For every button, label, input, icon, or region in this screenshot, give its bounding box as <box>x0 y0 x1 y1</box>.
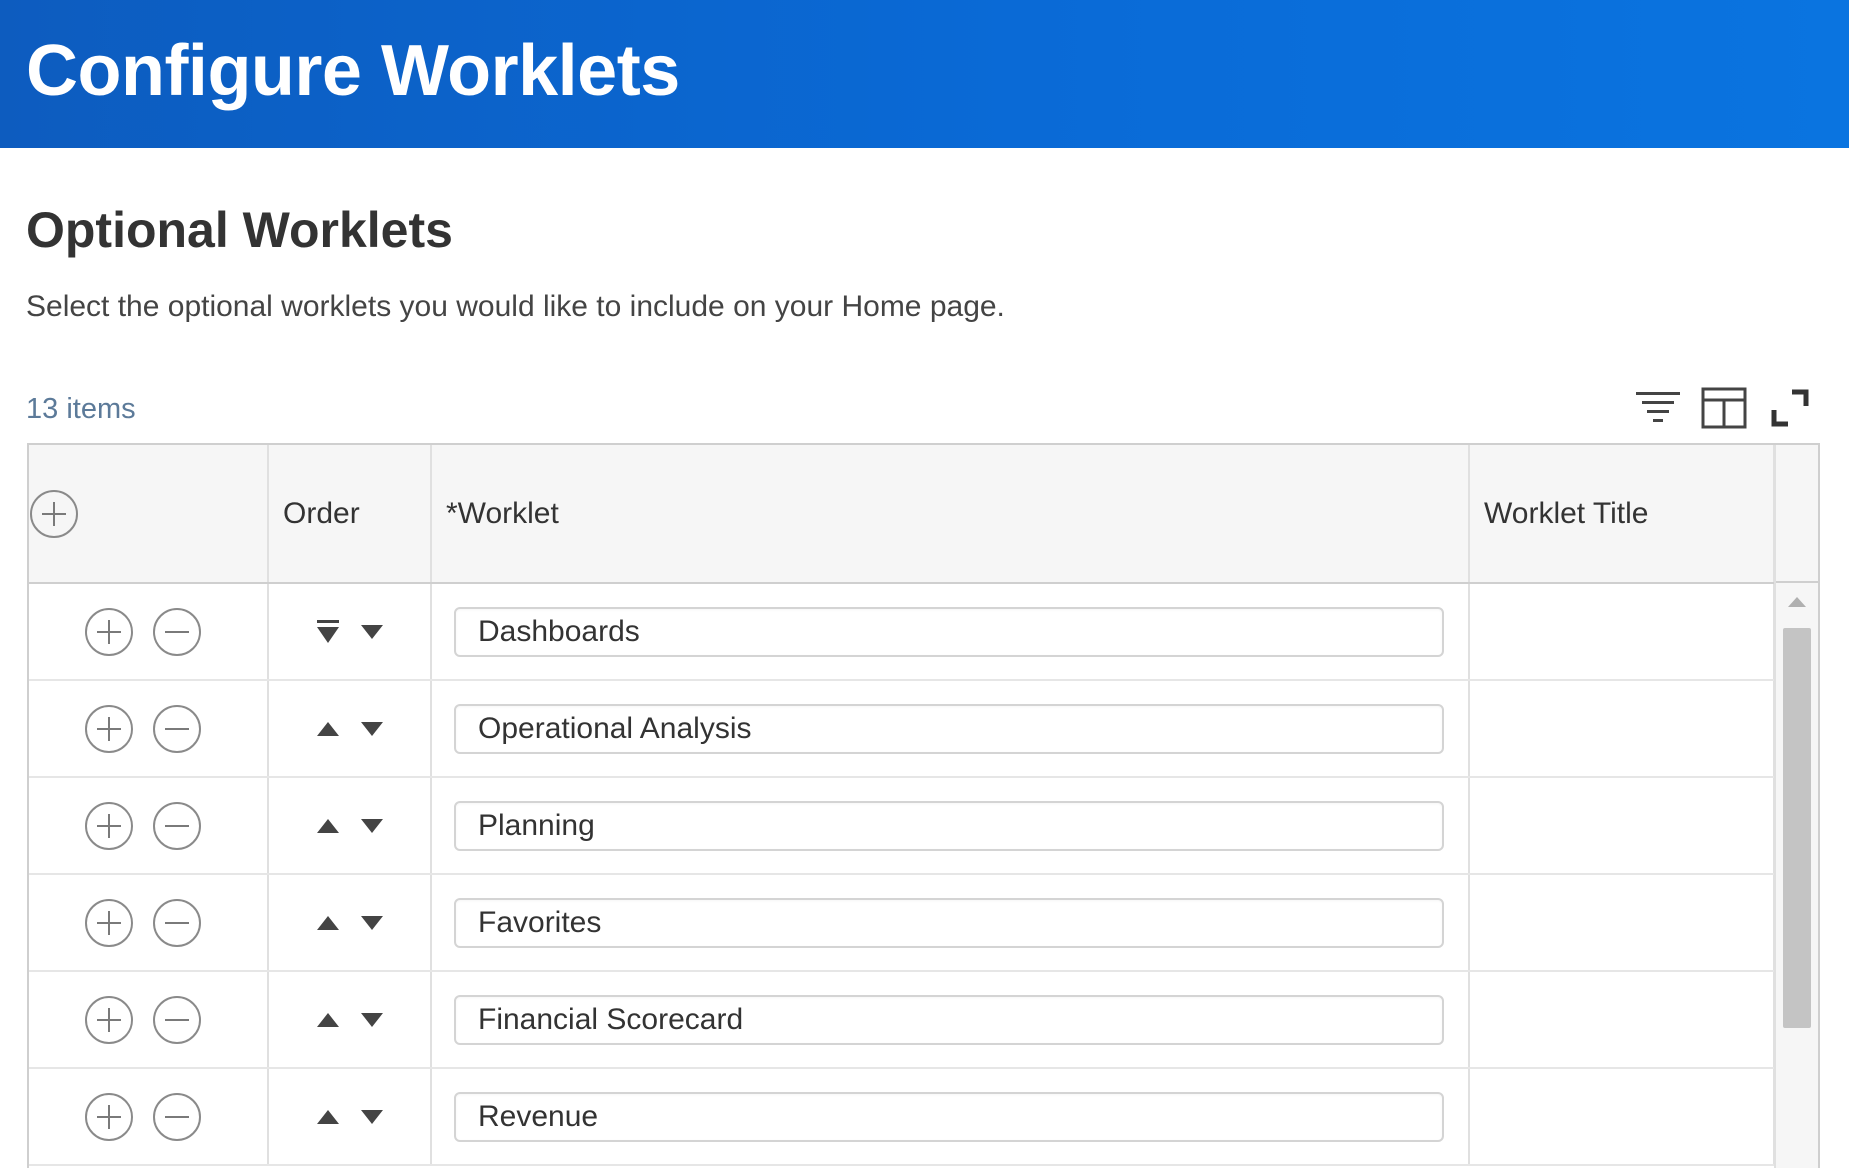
remove-row-button[interactable] <box>152 801 202 851</box>
row-worklet-cell: Planning <box>431 777 1470 875</box>
worklet-input[interactable]: Operational Analysis <box>454 703 1444 754</box>
move-up-icon[interactable] <box>313 714 343 744</box>
remove-row-button[interactable] <box>152 704 202 754</box>
row-worklet-cell: Favorites <box>431 874 1470 972</box>
table-header-row: Order *Worklet Worklet Title <box>29 445 1775 584</box>
add-row-button[interactable] <box>84 801 134 851</box>
section-title: Optional Worklets <box>26 202 453 258</box>
table-row: Financial Scorecard <box>29 971 1775 1069</box>
worklets-table: Order *Worklet Worklet Title Dashboards … <box>29 445 1775 1166</box>
row-worklet-cell: Dashboards <box>431 583 1470 681</box>
row-worklet-title-cell[interactable] <box>1469 583 1775 681</box>
table-body: Dashboards Operational Analysis Planning… <box>29 583 1775 1166</box>
add-row-button[interactable] <box>84 995 134 1045</box>
remove-row-button[interactable] <box>152 1092 202 1142</box>
section-description: Select the optional worklets you would l… <box>26 290 1005 323</box>
row-order-cell <box>268 971 432 1069</box>
row-worklet-cell: Revenue <box>431 1068 1470 1166</box>
row-actions-cell <box>29 1068 269 1166</box>
worklet-input[interactable]: Dashboards <box>454 606 1444 657</box>
move-down-icon[interactable] <box>357 714 387 744</box>
column-header-order-label: Order <box>283 496 360 530</box>
remove-row-button[interactable] <box>152 607 202 657</box>
row-order-cell <box>268 1068 432 1166</box>
row-worklet-title-cell[interactable] <box>1469 777 1775 875</box>
table-row: Planning <box>29 777 1775 875</box>
grid-toolbar <box>1634 384 1814 432</box>
column-header-worklet-title[interactable]: Worklet Title <box>1469 445 1775 584</box>
row-order-cell <box>268 874 432 972</box>
row-order-cell <box>268 583 432 681</box>
remove-row-button[interactable] <box>152 995 202 1045</box>
move-down-icon[interactable] <box>357 1102 387 1132</box>
row-actions-cell <box>29 777 269 875</box>
add-row-button[interactable] <box>84 704 134 754</box>
remove-row-button[interactable] <box>152 898 202 948</box>
scroll-up-arrow-icon[interactable] <box>1788 597 1806 607</box>
add-row-button[interactable] <box>29 489 79 539</box>
table-row: Favorites <box>29 874 1775 972</box>
add-row-button[interactable] <box>84 898 134 948</box>
row-worklet-cell: Operational Analysis <box>431 680 1470 778</box>
expand-icon[interactable] <box>1766 384 1814 432</box>
move-up-icon[interactable] <box>313 811 343 841</box>
row-order-cell <box>268 777 432 875</box>
move-down-icon[interactable] <box>357 1005 387 1035</box>
table-row: Revenue <box>29 1068 1775 1166</box>
move-up-icon[interactable] <box>313 908 343 938</box>
move-to-top-icon[interactable] <box>313 617 343 647</box>
table-row: Dashboards <box>29 583 1775 681</box>
row-actions-cell <box>29 971 269 1069</box>
row-actions-cell <box>29 874 269 972</box>
page-title: Configure Worklets <box>26 31 680 111</box>
column-header-worklet[interactable]: *Worklet <box>431 445 1470 584</box>
column-header-worklet-title-label: Worklet Title <box>1484 496 1649 530</box>
add-row-button[interactable] <box>84 1092 134 1142</box>
column-header-worklet-label: *Worklet <box>446 496 559 530</box>
page-header: Configure Worklets <box>0 0 1849 148</box>
row-worklet-title-cell[interactable] <box>1469 971 1775 1069</box>
row-worklet-title-cell[interactable] <box>1469 680 1775 778</box>
vertical-scrollbar[interactable] <box>1774 445 1818 1168</box>
row-actions-cell <box>29 680 269 778</box>
worklet-input[interactable]: Financial Scorecard <box>454 994 1444 1045</box>
worklets-grid: Order *Worklet Worklet Title Dashboards … <box>27 443 1820 1168</box>
move-up-icon[interactable] <box>313 1005 343 1035</box>
row-worklet-title-cell[interactable] <box>1469 1068 1775 1166</box>
move-down-icon[interactable] <box>357 617 387 647</box>
filter-icon[interactable] <box>1634 384 1682 432</box>
worklet-input[interactable]: Favorites <box>454 897 1444 948</box>
column-layout-icon[interactable] <box>1700 384 1748 432</box>
row-order-cell <box>268 680 432 778</box>
move-up-icon[interactable] <box>313 1102 343 1132</box>
worklet-input[interactable]: Revenue <box>454 1091 1444 1142</box>
row-worklet-cell: Financial Scorecard <box>431 971 1470 1069</box>
items-count: 13 items <box>26 393 136 425</box>
add-row-button[interactable] <box>84 607 134 657</box>
move-down-icon[interactable] <box>357 908 387 938</box>
column-header-order[interactable]: Order <box>268 445 432 584</box>
header-add-cell <box>29 445 269 584</box>
move-down-icon[interactable] <box>357 811 387 841</box>
table-row: Operational Analysis <box>29 680 1775 778</box>
row-actions-cell <box>29 583 269 681</box>
scrollbar-thumb[interactable] <box>1783 628 1811 1028</box>
row-worklet-title-cell[interactable] <box>1469 874 1775 972</box>
worklet-input[interactable]: Planning <box>454 800 1444 851</box>
